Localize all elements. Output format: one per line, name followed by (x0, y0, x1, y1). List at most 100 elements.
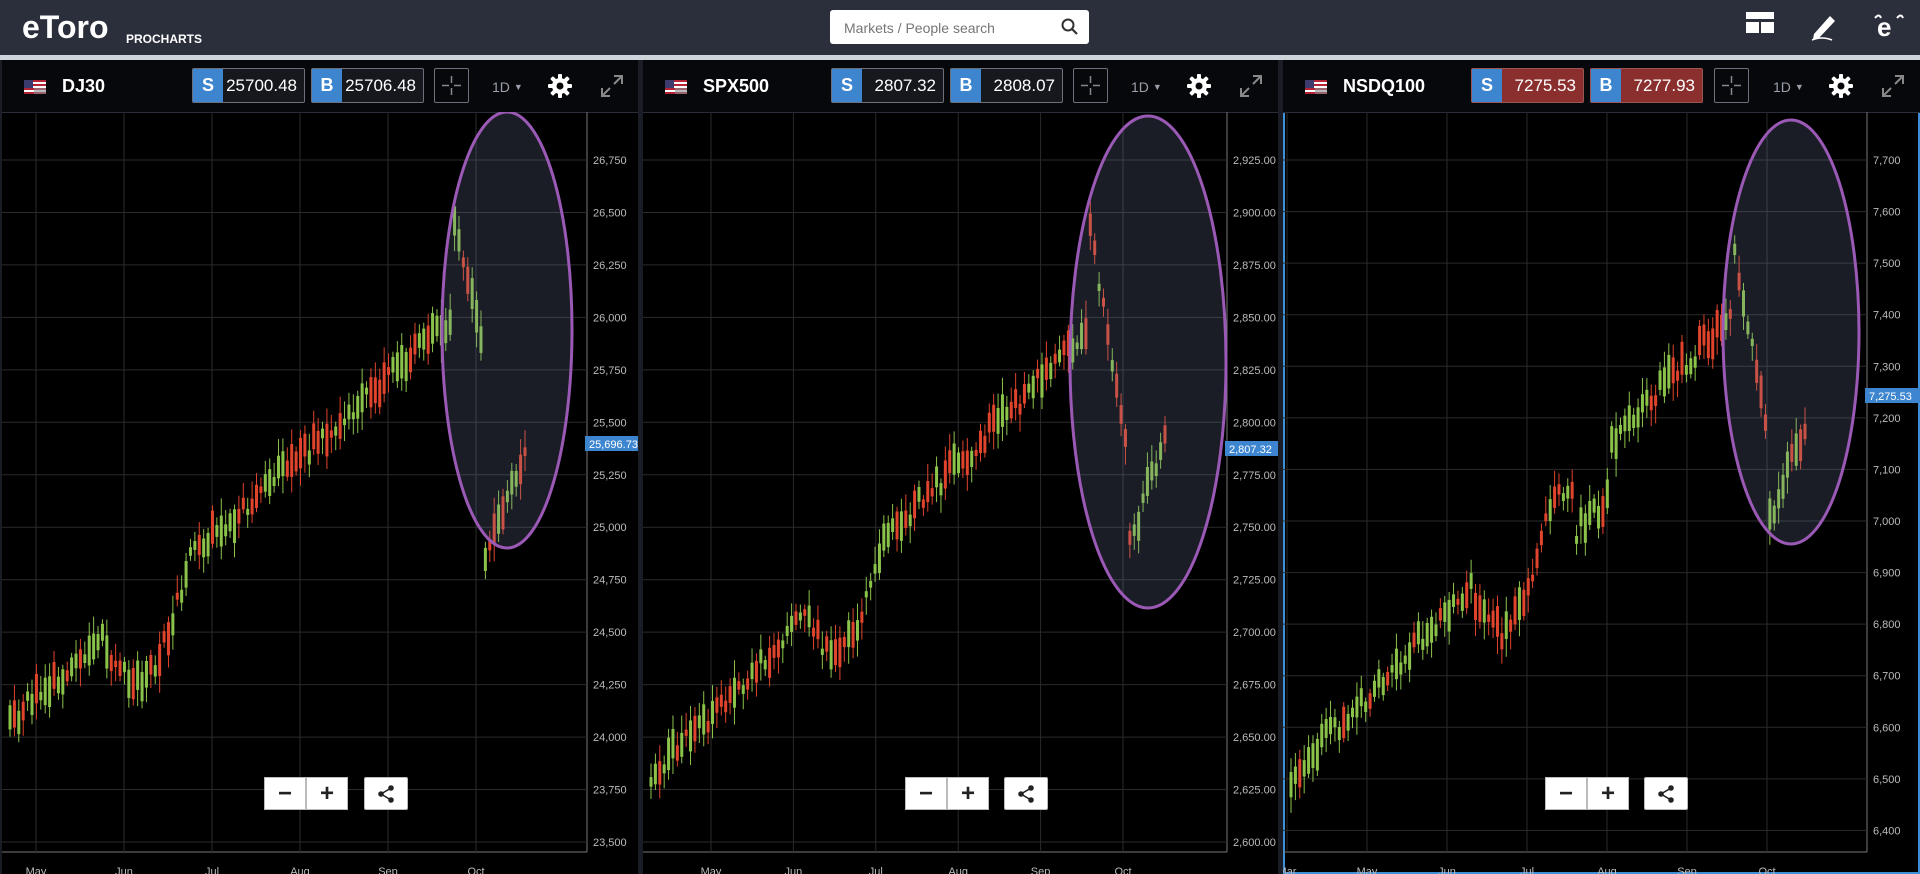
share-button[interactable] (1004, 777, 1048, 810)
candle-body (1553, 486, 1557, 508)
candle-body (1293, 766, 1297, 784)
zoom-out-button[interactable]: − (905, 777, 947, 810)
crosshair-icon (1722, 76, 1741, 95)
candle-body (21, 701, 25, 721)
buy-button[interactable]: B 2808.07 (950, 68, 1063, 103)
candle-body (1482, 599, 1486, 623)
chevron-down-icon: ▼ (1152, 82, 1162, 92)
symbol-name[interactable]: DJ30 (62, 76, 105, 97)
price-tick-label: 2,775.00 (1233, 470, 1276, 482)
candle-body (917, 486, 921, 502)
candle-body (65, 670, 69, 682)
zoom-controls: − + (905, 777, 989, 810)
zoom-in-button[interactable]: + (306, 777, 348, 810)
buy-button[interactable]: B 7277.93 (1590, 68, 1703, 103)
candle-body (1465, 582, 1469, 609)
candle-body (17, 710, 21, 735)
candle-body (1049, 362, 1053, 380)
candle-body (321, 428, 325, 439)
price-chart[interactable]: 7,700 7,600 7,500 7,400 7,300 7,200 7,100 7,000… (1283, 112, 1920, 874)
etoro-logo[interactable]: eToro PROCHARTS (22, 6, 212, 51)
expand-icon[interactable] (1238, 73, 1264, 104)
zoom-out-button[interactable]: − (1545, 777, 1587, 810)
price-tick-label: 2,625.00 (1233, 785, 1276, 797)
price-tick-label: 7,200 (1873, 413, 1901, 425)
symbol-name[interactable]: SPX500 (703, 76, 769, 97)
crosshair-button[interactable] (434, 68, 469, 103)
candle-body (838, 637, 842, 668)
current-price-label: 2,807.32 (1229, 444, 1272, 456)
candle-body (1583, 513, 1587, 543)
candle-body (254, 484, 258, 508)
zoom-out-button[interactable]: − (264, 777, 306, 810)
expand-icon[interactable] (1880, 73, 1906, 104)
candle-body (360, 383, 364, 413)
candle-body (891, 518, 895, 533)
search-icon[interactable] (1061, 18, 1079, 41)
candle-body (711, 700, 715, 725)
candle-body (1597, 505, 1601, 529)
symbol-name[interactable]: NSDQ100 (1343, 76, 1425, 97)
search-box[interactable] (830, 10, 1089, 46)
candle-body (952, 443, 956, 475)
timeframe-dropdown[interactable]: 1D ▼ (492, 79, 523, 95)
layout-grid-icon[interactable] (1745, 10, 1775, 41)
candle-body (860, 611, 864, 623)
gear-icon[interactable] (547, 73, 573, 104)
candle-body (1005, 406, 1009, 421)
sell-button[interactable]: S 2807.32 (831, 68, 944, 103)
price-tick-label: 7,500 (1873, 258, 1901, 270)
candle-body (1640, 394, 1644, 413)
candle-body (1575, 536, 1579, 544)
candle-body (1416, 621, 1420, 645)
price-tick-label: 7,700 (1873, 155, 1901, 167)
share-icon (378, 784, 394, 803)
gear-icon[interactable] (1186, 73, 1212, 104)
candle-body (851, 622, 855, 648)
price-chart[interactable]: 26,750 26,500 26,250 26,000 25,750 25,500 25,2… (2, 112, 638, 874)
candle-body (237, 508, 241, 524)
candle-body (92, 633, 96, 660)
zoom-in-button[interactable]: + (1587, 777, 1629, 810)
pen-icon[interactable] (1808, 10, 1840, 47)
time-tick-label: Jul (869, 866, 883, 874)
candle-body (1513, 596, 1517, 625)
candle-body (996, 408, 1000, 434)
chart-panel-nsdq100[interactable]: NSDQ100 S 7275.53 B 7277.93 1D ▼ 7,700 7,600 7,50… (1283, 60, 1920, 874)
candle-body (882, 523, 886, 551)
candle-body (312, 423, 316, 450)
sell-button[interactable]: S 25700.48 (192, 68, 305, 103)
gear-icon[interactable] (1828, 73, 1854, 104)
share-button[interactable] (1644, 777, 1688, 810)
candle-body (43, 677, 47, 706)
candle-body (162, 631, 166, 643)
chart-panel-spx500[interactable]: SPX500 S 2807.32 B 2808.07 1D ▼ 2,925.00 2,900.0… (643, 60, 1278, 874)
zoom-in-button[interactable]: + (947, 777, 989, 810)
candle-body (693, 715, 697, 742)
candle-body (1031, 375, 1035, 399)
crosshair-button[interactable] (1073, 68, 1108, 103)
candle-body (1618, 424, 1622, 434)
sell-price: 2807.32 (874, 75, 936, 95)
time-tick-label: Sep (1031, 866, 1051, 874)
chart-panel-dj30[interactable]: DJ30 S 25700.48 B 25706.48 1D ▼ 26,750 26,500 26,… (2, 60, 638, 874)
crosshair-icon (1081, 76, 1100, 95)
price-chart[interactable]: 2,925.00 2,900.00 2,875.00 2,850.00 2,825.00… (643, 112, 1278, 874)
buy-button[interactable]: B 25706.48 (311, 68, 424, 103)
etoro-user-icon[interactable]: e (1873, 10, 1905, 47)
timeframe-dropdown[interactable]: 1D ▼ (1773, 79, 1804, 95)
candle-body (338, 413, 342, 439)
candle-body (662, 764, 666, 774)
panel-header: DJ30 S 25700.48 B 25706.48 1D ▼ (2, 60, 638, 113)
share-button[interactable] (364, 777, 408, 810)
candle-body (1531, 574, 1535, 582)
timeframe-dropdown[interactable]: 1D ▼ (1131, 79, 1162, 95)
candle-body (1676, 370, 1680, 381)
expand-icon[interactable] (599, 73, 625, 104)
candle-body (197, 534, 201, 556)
crosshair-button[interactable] (1714, 68, 1749, 103)
search-input[interactable] (842, 10, 1055, 46)
sell-button[interactable]: S 7275.53 (1471, 68, 1584, 103)
candle-body (904, 510, 908, 528)
candle-body (56, 676, 60, 694)
